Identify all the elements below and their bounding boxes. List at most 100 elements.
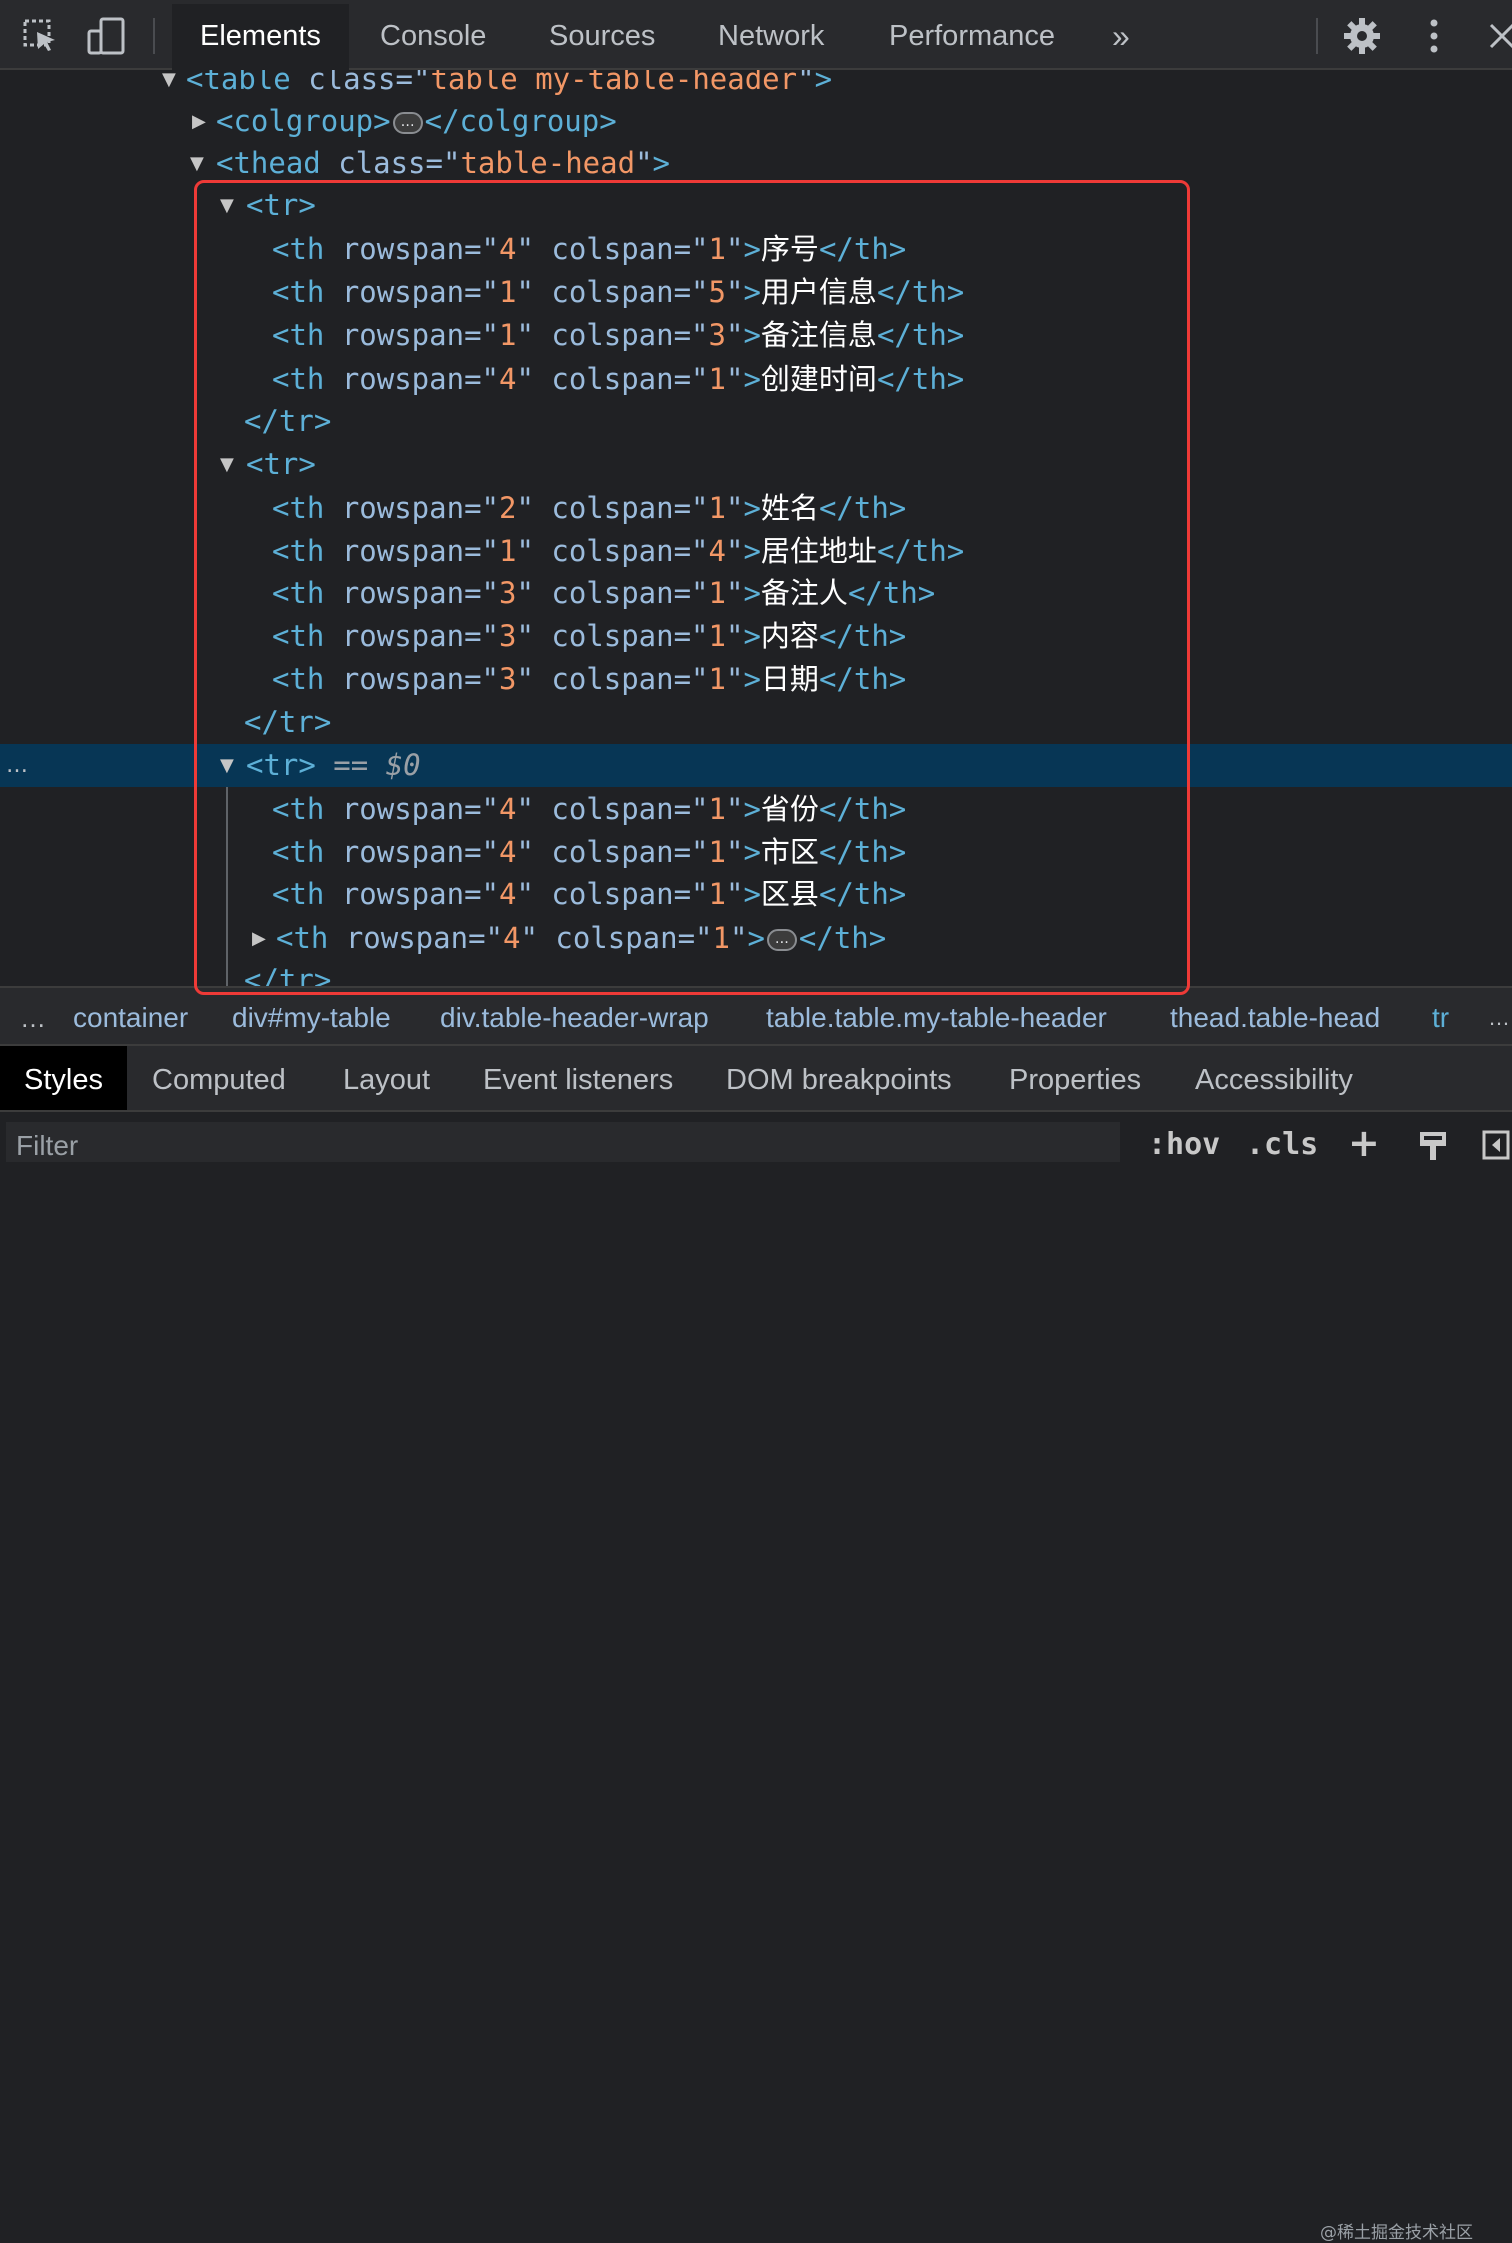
breadcrumb: … container div#my-table div.table-heade… xyxy=(0,986,1512,1046)
dom-node-line[interactable]: ▼ <tr> xyxy=(0,184,1512,227)
code-token: <th xyxy=(272,362,342,396)
dom-node-line[interactable]: <th rowspan="4" colspan="1">序号</th> xyxy=(0,228,1512,271)
dom-node-line[interactable]: <th rowspan="2" colspan="1">姓名</th> xyxy=(0,487,1512,530)
expand-triangle-icon[interactable]: ▼ xyxy=(220,443,234,486)
dom-node-line[interactable]: ▼ <table class="table my-table-header"> xyxy=(0,70,1512,101)
dom-node-line[interactable]: </tr> xyxy=(0,959,1512,986)
hov-toggle-button[interactable]: :hov xyxy=(1148,1120,1220,1164)
collapsed-content-ellipsis[interactable]: … xyxy=(392,112,423,134)
tab-computed[interactable]: Computed xyxy=(152,1046,286,1110)
code-token: rowspan xyxy=(341,232,465,266)
dom-node-line[interactable]: </tr> xyxy=(0,701,1512,744)
collapsed-content-ellipsis[interactable]: … xyxy=(766,929,797,951)
code-token: > xyxy=(743,877,761,911)
code-token: colspan xyxy=(551,534,674,568)
more-tabs-button[interactable]: » xyxy=(1112,4,1130,68)
dom-node-line[interactable]: <th rowspan="4" colspan="1">创建时间</th> xyxy=(0,358,1512,401)
code-token: 日期 xyxy=(760,662,819,696)
breadcrumb-item[interactable]: tr xyxy=(1432,988,1449,1044)
cls-toggle-button[interactable]: .cls xyxy=(1246,1120,1318,1164)
dom-node-line[interactable]: <th rowspan="3" colspan="1">内容</th> xyxy=(0,615,1512,658)
code-token: " xyxy=(635,146,653,180)
close-icon[interactable] xyxy=(1482,16,1512,56)
dom-node-code: <th rowspan="3" colspan="1">内容</th> xyxy=(272,615,906,658)
toggle-sidebar-icon[interactable] xyxy=(1482,1130,1510,1160)
code-token: > xyxy=(743,534,761,568)
code-token: > xyxy=(814,70,833,96)
code-token: 备注人 xyxy=(760,576,848,610)
dom-node-line[interactable]: ▶ <th rowspan="4" colspan="1">… </th> xyxy=(0,917,1512,960)
code-token: =" xyxy=(464,232,499,266)
kebab-menu-icon[interactable] xyxy=(1414,16,1454,56)
breadcrumb-item[interactable]: div#my-table xyxy=(232,988,391,1044)
tab-properties[interactable]: Properties xyxy=(1009,1046,1141,1110)
tab-sources[interactable]: Sources xyxy=(549,4,655,68)
expand-triangle-icon[interactable]: ▼ xyxy=(220,184,234,227)
code-token: rowspan xyxy=(341,275,465,309)
tab-event-listeners[interactable]: Event listeners xyxy=(483,1046,673,1110)
dom-tree[interactable]: ▼ <table class="table my-table-header"> ▶ <… xyxy=(0,70,1512,986)
code-token: " xyxy=(516,576,552,610)
gear-icon[interactable] xyxy=(1342,16,1382,56)
breadcrumb-item[interactable]: table.table.my-table-header xyxy=(766,988,1107,1044)
breadcrumb-label: div#my-table xyxy=(232,1002,391,1033)
dom-node-line[interactable]: <th rowspan="4" colspan="1">市区</th> xyxy=(0,831,1512,874)
dom-node-code: </tr> xyxy=(244,701,331,744)
expand-triangle-icon[interactable]: ▼ xyxy=(162,70,176,101)
code-token: 4 xyxy=(498,232,517,266)
dom-node-code: <th rowspan="4" colspan="1">省份</th> xyxy=(272,788,906,831)
dom-node-line[interactable]: ▼ <tr> xyxy=(0,443,1512,486)
breadcrumb-item[interactable]: thead.table-head xyxy=(1170,988,1380,1044)
code-token: </tr> xyxy=(244,705,332,739)
tab-console[interactable]: Console xyxy=(380,4,486,68)
paint-brush-icon[interactable] xyxy=(1418,1130,1448,1160)
expand-triangle-icon[interactable]: ▼ xyxy=(220,744,234,787)
expand-triangle-icon[interactable]: ▼ xyxy=(190,142,204,185)
tab-styles[interactable]: Styles xyxy=(0,1046,127,1110)
breadcrumb-overflow-right[interactable]: … xyxy=(1488,988,1510,1044)
breadcrumb-item[interactable]: container xyxy=(73,988,188,1044)
code-token: " xyxy=(725,835,744,869)
code-token: " xyxy=(725,576,744,610)
dom-node-line[interactable]: ▶ <colgroup>… </colgroup> xyxy=(0,100,1512,143)
dom-node-line[interactable]: <th rowspan="4" colspan="1">省份</th> xyxy=(0,788,1512,831)
code-token: " xyxy=(725,792,744,826)
code-token: rowspan xyxy=(341,619,465,653)
tab-layout[interactable]: Layout xyxy=(343,1046,430,1110)
dom-node-line[interactable]: <th rowspan="1" colspan="3">备注信息</th> xyxy=(0,314,1512,357)
code-token: " xyxy=(516,232,552,266)
code-token: <th xyxy=(272,275,342,309)
breadcrumb-overflow-left[interactable]: … xyxy=(20,988,46,1044)
tab-performance[interactable]: Performance xyxy=(889,4,1055,68)
code-token: </th> xyxy=(847,576,936,610)
tab-dom-breakpoints[interactable]: DOM breakpoints xyxy=(726,1046,952,1110)
styles-filter-input[interactable]: Filter xyxy=(6,1122,1120,1162)
tab-elements[interactable]: Elements xyxy=(172,4,349,70)
device-toggle-icon[interactable] xyxy=(86,16,126,56)
code-token: > xyxy=(743,662,761,696)
collapse-triangle-icon[interactable]: ▶ xyxy=(192,100,206,143)
breadcrumb-label: div.table-header-wrap xyxy=(440,1002,709,1033)
dom-node-line[interactable]: <th rowspan="1" colspan="4">居住地址</th> xyxy=(0,530,1512,573)
code-token: <tr> xyxy=(246,447,316,481)
dom-node-line[interactable]: <th rowspan="4" colspan="1">区县</th> xyxy=(0,873,1512,916)
code-token: 3 xyxy=(498,576,517,610)
node-actions-ellipsis[interactable]: … xyxy=(6,744,30,787)
tab-network[interactable]: Network xyxy=(718,4,824,68)
code-token: " xyxy=(725,275,744,309)
code-token: 用户信息 xyxy=(760,275,877,309)
code-token: </th> xyxy=(818,491,907,525)
tab-accessibility[interactable]: Accessibility xyxy=(1195,1046,1353,1110)
code-token: 1 xyxy=(708,792,726,826)
collapse-triangle-icon[interactable]: ▶ xyxy=(252,917,266,960)
dom-node-line[interactable]: <th rowspan="1" colspan="5">用户信息</th> xyxy=(0,271,1512,314)
dom-node-line[interactable]: </tr> xyxy=(0,400,1512,443)
dom-node-line[interactable]: <th rowspan="3" colspan="1">日期</th> xyxy=(0,658,1512,701)
add-style-rule-button[interactable]: + xyxy=(1348,1120,1380,1165)
dom-node-selected[interactable]: ▼ … <tr> == $0 xyxy=(0,744,1512,787)
dom-node-line[interactable]: <th rowspan="3" colspan="1">备注人</th> xyxy=(0,572,1512,615)
inspect-element-icon[interactable] xyxy=(20,16,60,56)
dom-node-line[interactable]: ▼ <thead class="table-head"> xyxy=(0,142,1512,185)
code-token: =" xyxy=(673,619,709,653)
breadcrumb-item[interactable]: div.table-header-wrap xyxy=(440,988,709,1044)
